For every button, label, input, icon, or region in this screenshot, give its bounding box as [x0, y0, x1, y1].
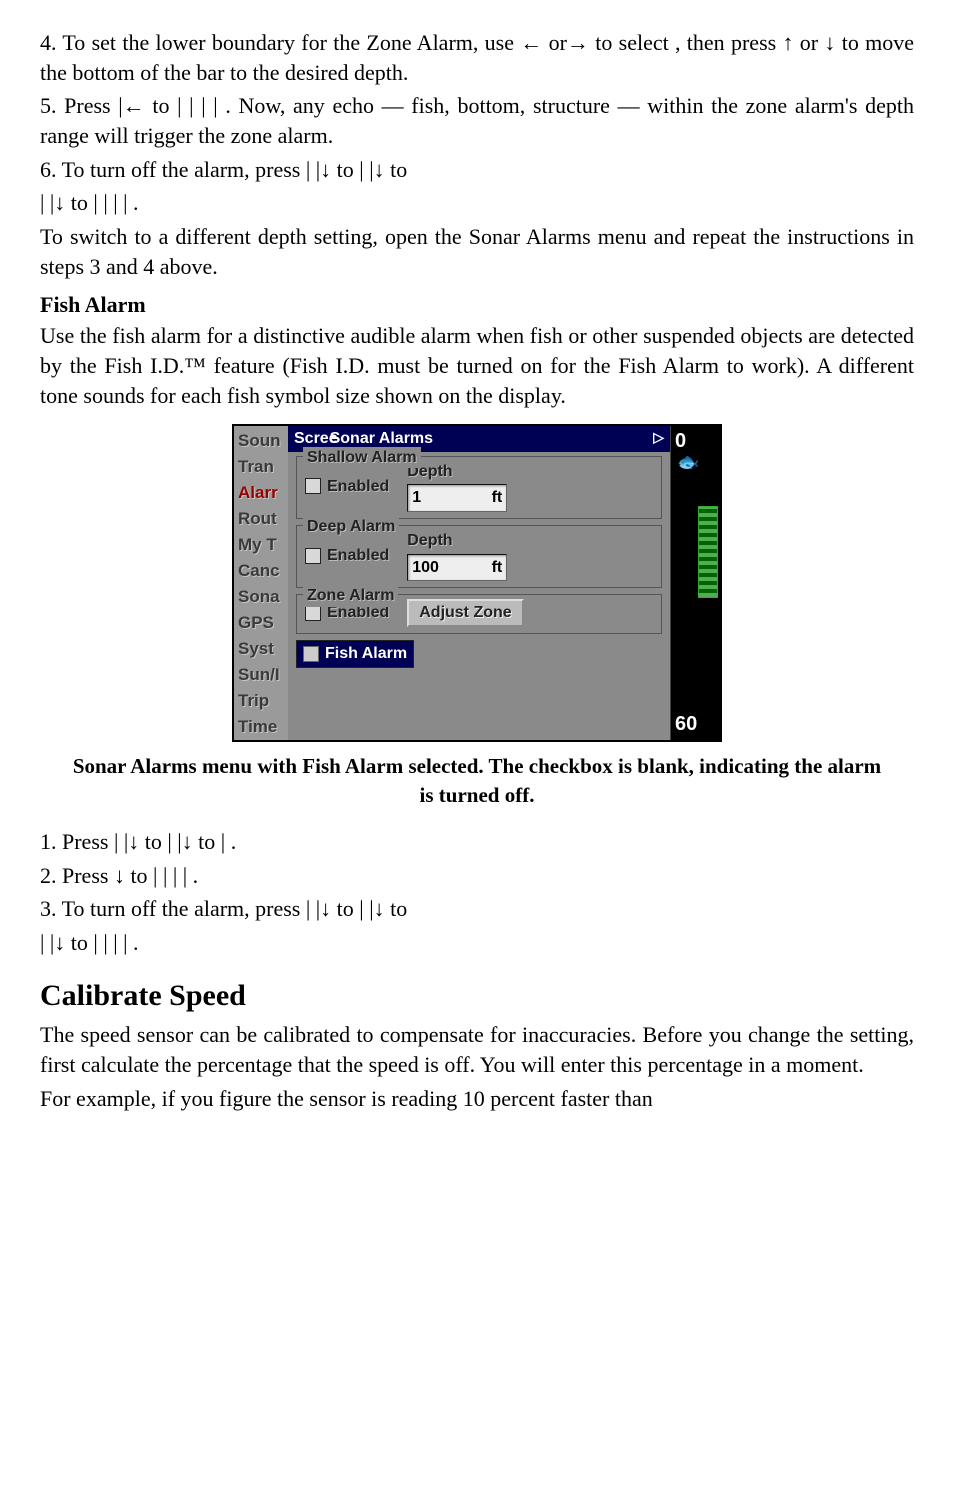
- depth-unit: ft: [492, 557, 503, 579]
- switch-note: To switch to a different depth setting, …: [40, 222, 914, 281]
- step-2: 2. Press ↓ to | | | | .: [40, 861, 914, 891]
- side-item: Tran: [238, 454, 284, 480]
- step-5: 5. Press |← to | | | | . Now, any echo —…: [40, 91, 914, 150]
- side-item: Rout: [238, 506, 284, 532]
- depth-value: 1: [412, 487, 421, 509]
- calibrate-p1: The speed sensor can be calibrated to co…: [40, 1020, 914, 1079]
- shallow-alarm-group: Shallow Alarm Enabled Depth 1 ft: [296, 456, 662, 519]
- depth-value: 100: [412, 557, 439, 579]
- adjust-zone-button[interactable]: Adjust Zone: [407, 599, 523, 627]
- fish-alarm-checkbox[interactable]: Fish Alarm: [296, 640, 414, 668]
- side-item: Syst: [238, 636, 284, 662]
- right-arrow-icon: ▷: [653, 428, 664, 450]
- checkbox-icon: [303, 646, 319, 662]
- step-3-line2: | |↓ to | | | | .: [40, 928, 914, 958]
- calibrate-speed-heading: Calibrate Speed: [40, 976, 914, 1017]
- zone-legend: Zone Alarm: [303, 585, 398, 607]
- sonar-alarms-screenshot: Soun Tran Alarr Rout My T Canc Sona GPS …: [232, 424, 722, 742]
- step-3-line1: 3. To turn off the alarm, press | |↓ to …: [40, 894, 914, 924]
- deep-legend: Deep Alarm: [303, 516, 399, 538]
- side-item: Canc: [238, 558, 284, 584]
- checkbox-icon: [305, 548, 321, 564]
- enabled-label: Enabled: [327, 476, 389, 498]
- deep-alarm-group: Deep Alarm Enabled Depth 100 ft: [296, 525, 662, 588]
- depth-label: Depth: [407, 461, 507, 483]
- shallow-depth-input[interactable]: 1 ft: [407, 484, 507, 512]
- scale-bottom: 60: [675, 711, 697, 738]
- zone-alarm-group: Zone Alarm Enabled Adjust Zone: [296, 594, 662, 634]
- side-item: Sona: [238, 584, 284, 610]
- side-item: Time: [238, 714, 284, 740]
- deep-depth-input[interactable]: 100 ft: [407, 554, 507, 582]
- side-menu: Soun Tran Alarr Rout My T Canc Sona GPS …: [234, 426, 288, 740]
- side-item: Soun: [238, 428, 284, 454]
- side-item: GPS: [238, 610, 284, 636]
- side-item-selected: Alarr: [238, 480, 284, 506]
- shallow-enabled-checkbox[interactable]: Enabled: [305, 476, 389, 498]
- deep-enabled-checkbox[interactable]: Enabled: [305, 545, 389, 567]
- fish-alarm-label: Fish Alarm: [325, 643, 407, 665]
- enabled-label: Enabled: [327, 545, 389, 567]
- step-4: 4. To set the lower boundary for the Zon…: [40, 28, 914, 87]
- fish-alarm-body: Use the fish alarm for a distinctive aud…: [40, 321, 914, 410]
- depth-unit: ft: [492, 487, 503, 509]
- depth-label: Depth: [407, 530, 507, 552]
- dialog-main: Scree Sonar Alarms ▷ Shallow Alarm Enabl…: [288, 426, 670, 674]
- depth-bar-icon: [698, 506, 718, 598]
- calibrate-p2: For example, if you figure the sensor is…: [40, 1084, 914, 1114]
- fish-icon: 🐟: [677, 450, 699, 474]
- figure-caption: Sonar Alarms menu with Fish Alarm select…: [67, 752, 887, 809]
- shallow-legend: Shallow Alarm: [303, 447, 421, 469]
- step-1: 1. Press | |↓ to | |↓ to | .: [40, 827, 914, 857]
- side-item: My T: [238, 532, 284, 558]
- sonar-column: 0 🐟 60: [670, 426, 720, 740]
- checkbox-icon: [305, 605, 321, 621]
- side-item: Sun/I: [238, 662, 284, 688]
- figure-wrap: Soun Tran Alarr Rout My T Canc Sona GPS …: [40, 424, 914, 742]
- side-item: Trip: [238, 688, 284, 714]
- fish-alarm-heading: Fish Alarm: [40, 290, 914, 320]
- checkbox-icon: [305, 478, 321, 494]
- step-6-line2: | |↓ to | | | | .: [40, 188, 914, 218]
- step-6-line1: 6. To turn off the alarm, press | |↓ to …: [40, 155, 914, 185]
